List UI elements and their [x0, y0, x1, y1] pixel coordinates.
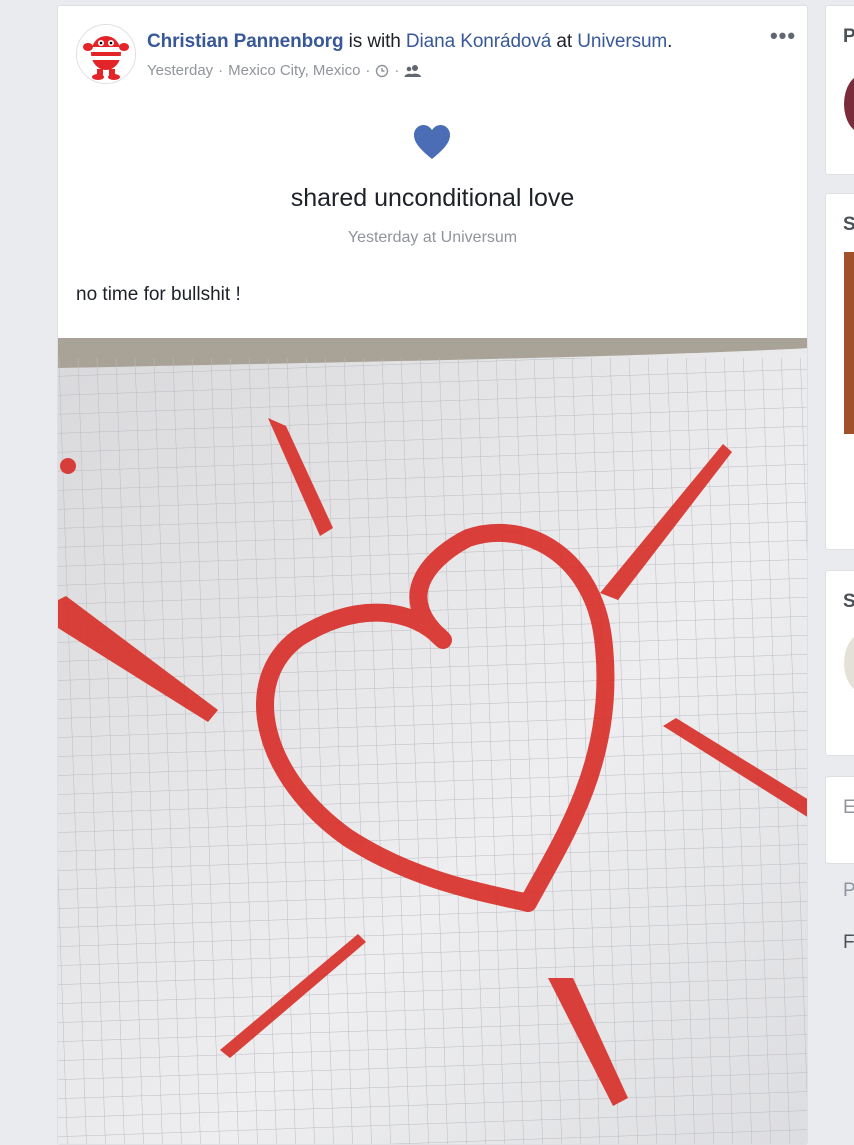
post-photo[interactable] [58, 338, 807, 1144]
sidebar-thumbnail[interactable] [844, 252, 854, 434]
sidebar-avatar[interactable] [844, 74, 854, 134]
footer-link[interactable]: F [843, 932, 854, 954]
feeling-activity: shared unconditional love [290, 184, 575, 212]
separator: · [218, 62, 224, 79]
separator: · [365, 62, 371, 79]
sidebar-avatar[interactable] [844, 633, 854, 693]
sidebar-heading: S [843, 214, 854, 235]
author-avatar[interactable] [76, 24, 136, 84]
sidebar-heading: S [843, 591, 854, 612]
sidebar-heading: P [843, 26, 854, 47]
with-text: is with [343, 31, 406, 52]
period-text: . [667, 31, 673, 52]
clock-icon [375, 64, 389, 78]
sidebar-heading: E [843, 797, 854, 818]
location-link[interactable]: Mexico City, Mexico [228, 61, 360, 81]
author-link[interactable]: Christian Pannenborg [147, 31, 344, 52]
post-timestamp[interactable]: Yesterday [147, 61, 213, 81]
post-message: no time for bullshit ! [76, 284, 241, 305]
sidebar-card: E [825, 776, 854, 864]
post-meta: Yesterday · Mexico City, Mexico · · [147, 61, 422, 81]
footer-link[interactable]: P [843, 880, 854, 902]
sidebar-card: S [825, 570, 854, 756]
separator: · [394, 62, 400, 79]
heart-icon [413, 124, 451, 162]
place-link[interactable]: Universum [577, 31, 667, 52]
post-options-button[interactable]: ••• [768, 25, 798, 47]
sidebar-card: S [825, 193, 854, 550]
post-header: Christian Pannenborg is with Diana Konrá… [147, 30, 672, 54]
feed-post: Christian Pannenborg is with Diana Konrá… [57, 5, 808, 1145]
feeling-timestamp[interactable]: Yesterday at Universum [58, 228, 807, 248]
friends-icon[interactable] [404, 64, 422, 78]
sidebar-card: P [825, 5, 854, 175]
at-text: at [551, 31, 578, 52]
tagged-friend-link[interactable]: Diana Konrádová [406, 31, 551, 52]
